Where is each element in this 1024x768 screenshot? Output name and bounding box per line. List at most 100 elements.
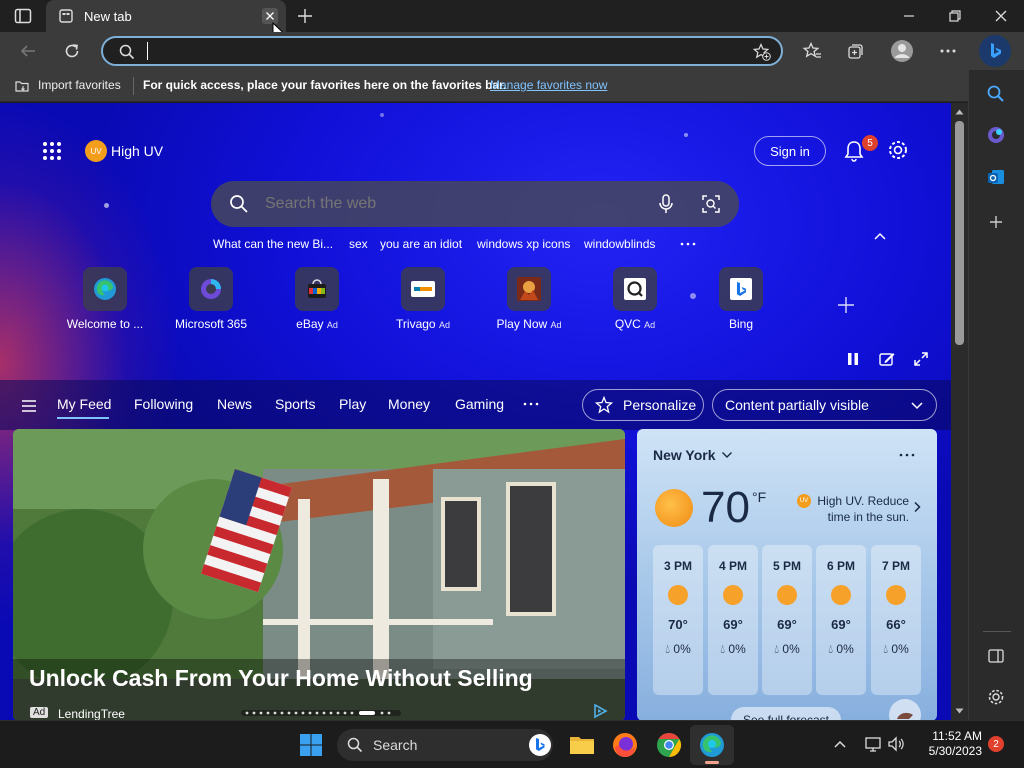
- sidebar-settings-gear-icon[interactable]: [987, 688, 1005, 706]
- favorites-icon[interactable]: [802, 41, 822, 61]
- search-suggestion[interactable]: What can the new Bi...: [213, 237, 333, 251]
- quick-link-tile[interactable]: QVC Ad: [585, 267, 685, 337]
- hourly-forecast-card[interactable]: 6 PM 69° 💧︎ 0%: [816, 545, 866, 695]
- scrollbar-thumb[interactable]: [955, 121, 964, 345]
- weather-card[interactable]: New York 70 °F UV High UV. Reduce time i…: [637, 429, 937, 720]
- quick-link-tile[interactable]: Play Now Ad: [479, 267, 579, 337]
- page-settings-gear-icon[interactable]: [887, 139, 909, 161]
- chrome-icon[interactable]: [655, 731, 683, 759]
- hourly-forecast-card[interactable]: 4 PM 69° 💧︎ 0%: [708, 545, 758, 695]
- sign-in-button[interactable]: Sign in: [754, 136, 826, 166]
- search-suggestion[interactable]: you are an idiot: [380, 237, 462, 251]
- weather-bird-mascot-icon[interactable]: [889, 699, 921, 720]
- pause-background-icon[interactable]: [846, 352, 860, 366]
- sidebar-add-icon[interactable]: [987, 213, 1005, 231]
- taskbar-bing-icon[interactable]: [529, 734, 551, 756]
- sidebar-copilot-icon[interactable]: [986, 125, 1006, 145]
- weather-more-options-icon[interactable]: [899, 453, 915, 457]
- sidebar-outlook-icon[interactable]: [986, 167, 1006, 187]
- firefox-icon[interactable]: [611, 731, 639, 759]
- feed-tab-news[interactable]: News: [217, 396, 252, 412]
- back-arrow-icon[interactable]: [18, 41, 38, 61]
- feed-tab-following[interactable]: Following: [134, 396, 193, 412]
- scroll-up-arrow-icon[interactable]: [955, 109, 964, 115]
- hourly-forecast-card[interactable]: 3 PM 70° 💧︎ 0%: [653, 545, 703, 695]
- content-visibility-dropdown[interactable]: Content partially visible: [712, 389, 937, 421]
- bing-copilot-icon[interactable]: [979, 35, 1011, 67]
- sidebar-panel-toggle-icon[interactable]: [987, 647, 1005, 665]
- show-hidden-icons-chevron-up-icon[interactable]: [833, 739, 847, 749]
- carousel-dots[interactable]: [241, 710, 401, 716]
- visual-search-icon[interactable]: [701, 194, 721, 214]
- edge-taskbar-icon[interactable]: [698, 731, 726, 759]
- taskbar-search-box[interactable]: Search: [337, 729, 553, 761]
- quick-link-tile[interactable]: Welcome to ...: [55, 267, 155, 337]
- temperature-unit[interactable]: °F: [752, 489, 766, 505]
- feed-menu-hamburger-icon[interactable]: [21, 399, 37, 413]
- expand-fullscreen-icon[interactable]: [913, 351, 929, 367]
- quick-link-tile[interactable]: Trivago Ad: [373, 267, 473, 337]
- quick-link-tile[interactable]: Bing: [691, 267, 791, 337]
- feed-tab-my-feed[interactable]: My Feed: [57, 396, 111, 412]
- hero-ad-card[interactable]: Unlock Cash From Your Home Without Selli…: [13, 429, 625, 720]
- feed-tab-sports[interactable]: Sports: [275, 396, 315, 412]
- file-explorer-icon[interactable]: [568, 731, 596, 759]
- new-tab-plus-icon[interactable]: [296, 7, 314, 25]
- restore-icon[interactable]: [945, 6, 965, 26]
- quick-link-tile[interactable]: Microsoft 365: [161, 267, 261, 337]
- hour-temperature: 69°: [777, 617, 797, 632]
- notification-center-badge[interactable]: 2: [988, 736, 1004, 752]
- address-bar[interactable]: [101, 36, 783, 66]
- page-scrollbar[interactable]: [951, 103, 968, 720]
- manage-favorites-link[interactable]: Manage favorites now: [490, 78, 607, 92]
- minimize-icon[interactable]: [899, 6, 919, 26]
- close-window-icon[interactable]: [991, 6, 1011, 26]
- search-suggestion[interactable]: sex: [349, 237, 368, 251]
- see-full-forecast-button[interactable]: See full forecast: [731, 707, 841, 720]
- collapse-chevron-up-icon[interactable]: [873, 231, 887, 241]
- feed-tab-money[interactable]: Money: [388, 396, 430, 412]
- location-chevron-down-icon[interactable]: [721, 451, 733, 459]
- feed-tab-gaming[interactable]: Gaming: [455, 396, 504, 412]
- web-search-input[interactable]: [265, 193, 625, 215]
- voice-search-microphone-icon[interactable]: [657, 193, 675, 215]
- weather-chip[interactable]: UV High UV: [85, 139, 163, 163]
- sunny-hour-icon: [831, 585, 851, 605]
- import-favorites-icon[interactable]: [14, 78, 30, 94]
- uv-alert-text[interactable]: High UV. Reduce time in the sun.: [813, 493, 909, 525]
- adchoices-icon[interactable]: [592, 703, 608, 719]
- hourly-forecast-card[interactable]: 7 PM 66° 💧︎ 0%: [871, 545, 921, 695]
- more-feed-tabs-icon[interactable]: [523, 401, 539, 407]
- profile-avatar-icon[interactable]: [890, 39, 914, 63]
- windows-start-icon[interactable]: [299, 733, 323, 757]
- sidebar-search-icon[interactable]: [986, 84, 1006, 104]
- feed-tab-play[interactable]: Play: [339, 396, 366, 412]
- add-quick-link-plus-icon[interactable]: [836, 295, 856, 315]
- search-suggestion[interactable]: windows xp icons: [477, 237, 570, 251]
- quick-link-tile[interactable]: eBay Ad: [267, 267, 367, 337]
- refresh-icon[interactable]: [62, 41, 82, 61]
- apps-grid-icon[interactable]: [42, 141, 62, 161]
- web-search-box[interactable]: [211, 181, 739, 227]
- network-icon[interactable]: [864, 735, 882, 753]
- volume-speaker-icon[interactable]: [887, 735, 905, 753]
- hero-sponsor[interactable]: LendingTree: [58, 707, 125, 720]
- chevron-right-icon[interactable]: [913, 501, 921, 513]
- edit-background-icon[interactable]: [879, 351, 895, 367]
- tab-actions-icon[interactable]: [14, 8, 32, 24]
- hero-headline[interactable]: Unlock Cash From Your Home Without Selli…: [29, 665, 533, 692]
- personalize-button[interactable]: Personalize: [582, 389, 704, 421]
- import-favorites-label[interactable]: Import favorites: [38, 78, 121, 92]
- hourly-forecast-card[interactable]: 5 PM 69° 💧︎ 0%: [762, 545, 812, 695]
- address-input[interactable]: [147, 42, 707, 60]
- weather-location[interactable]: New York: [653, 447, 716, 463]
- collections-icon[interactable]: [846, 41, 866, 61]
- current-temperature: 70: [701, 483, 750, 532]
- more-menu-icon[interactable]: [938, 41, 958, 61]
- search-suggestion[interactable]: windowblinds: [584, 237, 655, 251]
- system-clock[interactable]: 11:52 AM 5/30/2023: [912, 729, 982, 759]
- add-favorite-star-icon[interactable]: [753, 43, 771, 61]
- tab-new-tab[interactable]: New tab: [46, 0, 286, 32]
- more-suggestions-icon[interactable]: [679, 241, 697, 247]
- scroll-down-arrow-icon[interactable]: [955, 708, 964, 714]
